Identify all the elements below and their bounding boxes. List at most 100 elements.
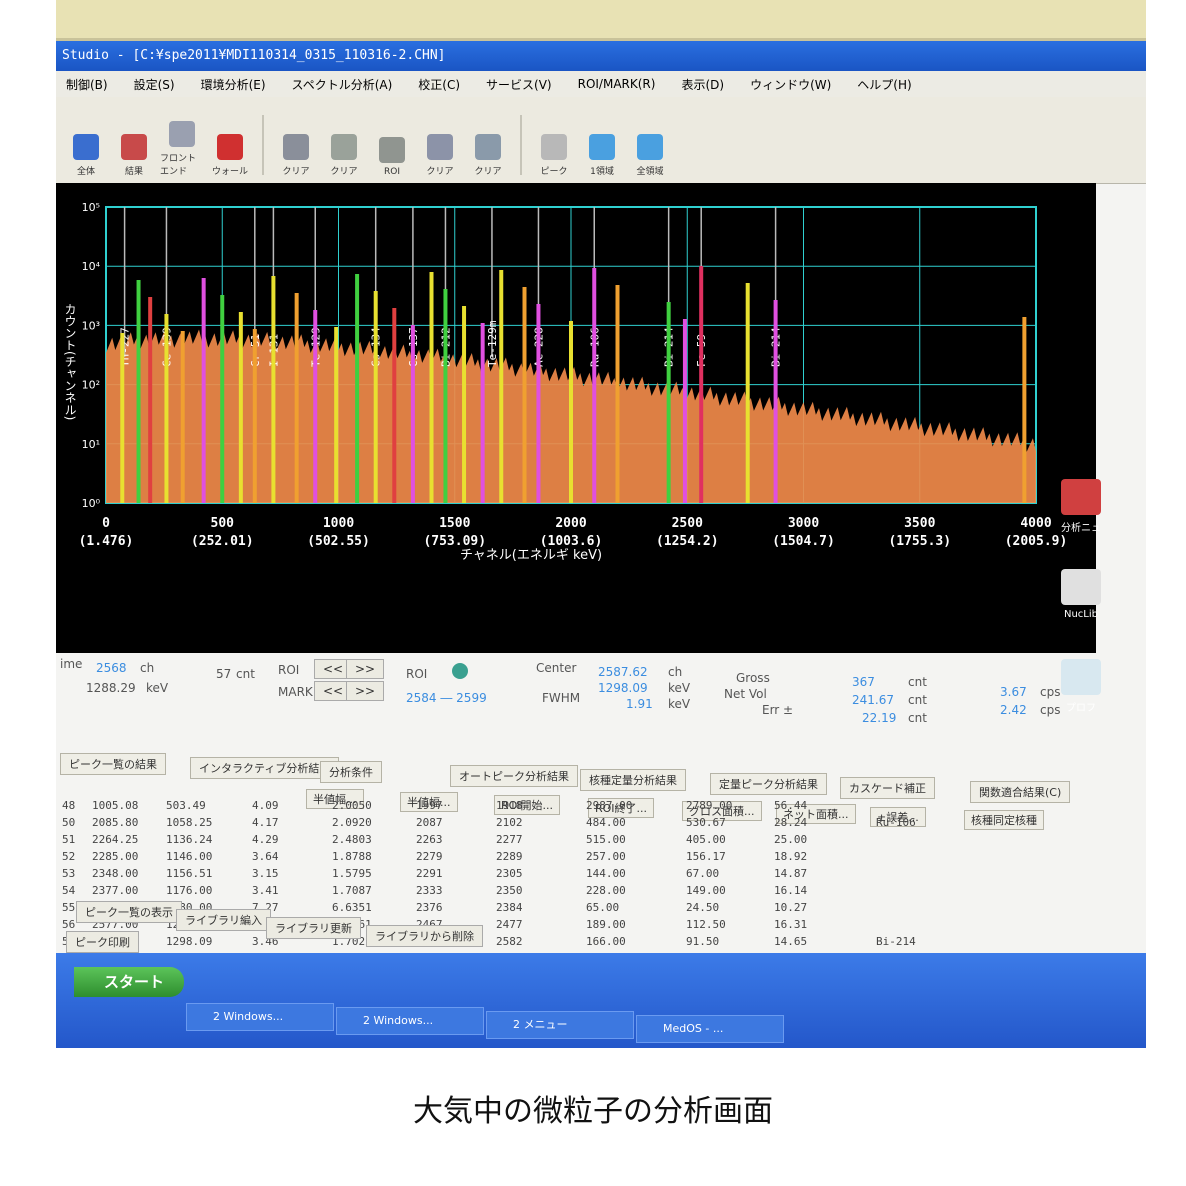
- table-cell: 484.00: [586, 816, 626, 829]
- error-label: Err ±: [762, 703, 794, 717]
- net-cps-value: 2.42: [1000, 703, 1027, 717]
- table-cell: 16.14: [774, 884, 808, 897]
- taskbar-task[interactable]: 2 メニュー: [486, 1011, 634, 1039]
- table-row[interactable]: 572586.001298.093.461.702225742582166.00…: [56, 935, 1136, 951]
- all-region-icon: [637, 134, 663, 160]
- toolbar-button[interactable]: ROI: [370, 113, 414, 183]
- table-row[interactable]: 50 2085.80 1058.25 4.17 2.0920 2087 2102 484.00…: [56, 816, 1136, 832]
- x-tick-energy: (252.01): [191, 534, 254, 549]
- gross-value: 367: [852, 675, 875, 689]
- net-cps-unit: cps: [1040, 703, 1061, 717]
- table-cell: 1918: [496, 799, 523, 812]
- bottom-button[interactable]: ライブラリから削除: [366, 925, 483, 947]
- toolbar-button-label: ピーク: [540, 167, 568, 177]
- table-cell: 1.7087: [332, 884, 372, 897]
- peak-line: [294, 293, 299, 503]
- bottom-button[interactable]: ピーク一覧の表示: [76, 901, 182, 923]
- table-cell: 166.00: [586, 935, 626, 948]
- table-cell: 1.8788: [332, 850, 372, 863]
- spectrum-svg: 10⁵ 10⁴ 10³ 10² 10¹ 10⁰0 (1.476) 500 (252.01) 100…: [79, 201, 1068, 563]
- bottom-button[interactable]: ライブラリ編入: [176, 909, 271, 931]
- table-row[interactable]: 48 1005.08 503.49 4.09 2.0050 1997 1918 2987.00…: [56, 799, 1136, 815]
- x-tick-energy: (1755.3): [888, 534, 951, 549]
- menu-item[interactable]: 制御(B): [66, 76, 108, 93]
- result-tab[interactable]: ピーク一覧の結果: [60, 753, 166, 775]
- side-panel-item[interactable]: 分析ニュ: [1036, 479, 1126, 534]
- gross-label: Gross: [736, 671, 770, 685]
- start-button[interactable]: スタート: [74, 967, 184, 997]
- taskbar-task[interactable]: MedOS - ...: [636, 1015, 784, 1043]
- peak-line: [334, 327, 339, 503]
- caption: 大気中の微粒子の分析画面: [413, 1094, 773, 1129]
- netvol-label: Net Vol: [724, 687, 767, 701]
- x-tick-energy: (1504.7): [772, 534, 835, 549]
- result-tab[interactable]: 分析条件: [320, 761, 382, 783]
- taskbar-task[interactable]: 2 Windows...: [186, 1003, 334, 1031]
- toolbar-button[interactable]: 結果: [112, 113, 156, 183]
- nuclide-library-icon: [1061, 569, 1101, 605]
- menu-item[interactable]: 表示(D): [681, 76, 724, 93]
- menu-item[interactable]: スペクトル分析(A): [292, 76, 393, 93]
- y-tick-label: 10⁰: [82, 497, 101, 510]
- table-cell: Ru-106: [876, 816, 916, 829]
- peak-line: [773, 300, 778, 503]
- peak-line: [480, 323, 485, 503]
- toolbar-button[interactable]: 全体: [64, 113, 108, 183]
- result-tab[interactable]: インタラクティブ分析結果: [190, 757, 340, 779]
- peak-line: [499, 270, 504, 503]
- table-row[interactable]: 53 2348.00 1156.51 3.15 1.5795 2291 2305 144.00…: [56, 867, 1136, 883]
- menu-item[interactable]: サービス(V): [486, 76, 552, 93]
- table-cell: 2102: [496, 816, 523, 829]
- table-row[interactable]: 51 2264.25 1136.24 4.29 2.4803 2263 2277 515.00…: [56, 833, 1136, 849]
- toolbar-button[interactable]: ピーク: [532, 113, 576, 183]
- menu-item[interactable]: ウィンドウ(W): [750, 76, 831, 93]
- peak-line: [164, 314, 169, 503]
- toolbar-button[interactable]: クリア: [466, 113, 510, 183]
- toolbar-button[interactable]: ウォール: [208, 113, 252, 183]
- table-cell: 2305: [496, 867, 523, 880]
- table-cell: 1156.51: [166, 867, 213, 880]
- table-cell: 2277: [496, 833, 523, 846]
- table-cell: 2285.00: [92, 850, 139, 863]
- toolbar-button-label: 全領域: [636, 167, 664, 177]
- mark-next-button[interactable]: >>: [346, 681, 385, 701]
- table-row[interactable]: 52 2285.00 1146.00 3.64 1.8788 2279 2289 257.00…: [56, 850, 1136, 866]
- spectrum-chart[interactable]: カウント(チャンネル) 10⁵ 10⁴ 10³ 10² 10¹ 10⁰ 0 (1.476) 50…: [56, 183, 1101, 714]
- x-axis-label: チャネル(エネルギ keV): [460, 548, 602, 563]
- table-cell: 91.50: [686, 935, 720, 948]
- bottom-button[interactable]: ライブラリ更新: [266, 917, 361, 939]
- toolbar-button[interactable]: 全領域: [628, 113, 672, 183]
- roi-next-button[interactable]: >>: [346, 659, 385, 679]
- x-tick-label: 0: [102, 516, 110, 531]
- bottom-button[interactable]: ピーク印刷: [66, 931, 139, 953]
- toolbar-button[interactable]: クリア: [274, 113, 318, 183]
- table-cell: 2264.25: [92, 833, 139, 846]
- table-cell: 4.09: [252, 799, 279, 812]
- table-cell: 55: [62, 901, 76, 914]
- result-tab[interactable]: 核種定量分析結果: [580, 769, 686, 791]
- toolbar-button-label: クリア: [426, 167, 454, 177]
- peak-line: [148, 297, 153, 503]
- table-cell: 2384: [496, 901, 523, 914]
- result-tab[interactable]: 定量ピーク分析結果: [710, 773, 827, 795]
- netvol-value: 241.67: [852, 693, 894, 707]
- toolbar-button[interactable]: クリア: [418, 113, 462, 183]
- taskbar-task[interactable]: 2 Windows...: [336, 1007, 484, 1035]
- toolbar-button[interactable]: フロントエンド: [160, 113, 204, 183]
- menu-item[interactable]: ROI/MARK(R): [578, 77, 656, 91]
- table-row[interactable]: 54 2377.00 1176.00 3.41 1.7087 2333 2350 228.00…: [56, 884, 1136, 900]
- table-cell: 25.00: [774, 833, 808, 846]
- side-panel-item[interactable]: NucLib: [1036, 569, 1126, 620]
- menu-item[interactable]: 設定(S): [134, 76, 175, 93]
- menu-item[interactable]: 校正(C): [418, 76, 460, 93]
- mark-nav-label: MARK: [278, 685, 313, 699]
- menu-item[interactable]: ヘルプ(H): [857, 76, 911, 93]
- error-unit: cnt: [908, 711, 927, 725]
- result-tab[interactable]: オートピーク分析結果: [450, 765, 578, 787]
- toolbar-button[interactable]: クリア: [322, 113, 366, 183]
- toolbar-button[interactable]: 1領域: [580, 113, 624, 183]
- roi-marker-icon: [452, 663, 468, 679]
- menu-item[interactable]: 環境分析(E): [201, 76, 266, 93]
- peak-line: [666, 302, 671, 503]
- side-panel-label: 分析ニュ: [1061, 523, 1101, 534]
